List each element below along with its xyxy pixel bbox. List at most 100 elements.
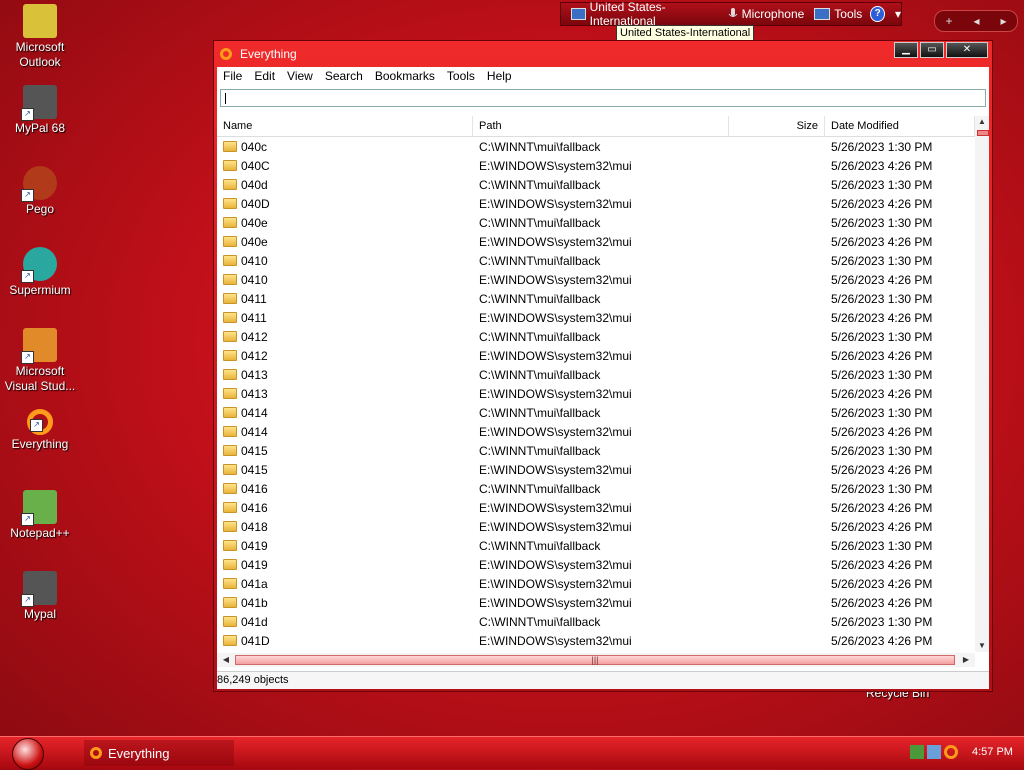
table-row[interactable]: 040e E:\WINDOWS\system32\mui 5/26/2023 4:2… — [217, 232, 975, 251]
table-row[interactable]: 041D E:\WINDOWS\system32\mui 5/26/2023 4:2… — [217, 631, 975, 650]
table-row[interactable]: 040d C:\WINNT\mui\fallback 5/26/2023 1:30 … — [217, 175, 975, 194]
vertical-scroll-thumb[interactable] — [977, 130, 989, 136]
menu-item-help[interactable]: Help — [481, 69, 518, 83]
table-row[interactable]: 0418 E:\WINDOWS\system32\mui 5/26/2023 4:2… — [217, 517, 975, 536]
help-icon[interactable]: ? — [870, 6, 885, 22]
folder-icon — [223, 141, 237, 152]
mypal-icon: ↗ — [21, 571, 57, 607]
table-row[interactable]: 041b E:\WINDOWS\system32\mui 5/26/2023 4:2… — [217, 593, 975, 612]
forward-icon[interactable]: ▸ — [1000, 14, 1006, 28]
taskbar-item-everything[interactable]: Everything — [84, 740, 234, 766]
search-input[interactable] — [220, 89, 986, 107]
desktop-icon[interactable]: ↗ Everything — [0, 409, 80, 452]
table-row[interactable]: 0416 C:\WINNT\mui\fallback 5/26/2023 1:30 … — [217, 479, 975, 498]
table-row[interactable]: 0412 E:\WINDOWS\system32\mui 5/26/2023 4:2… — [217, 346, 975, 365]
menu-item-tools[interactable]: Tools — [441, 69, 481, 83]
shortcut-arrow-icon: ↗ — [21, 594, 34, 607]
table-row[interactable]: 0410 C:\WINNT\mui\fallback 5/26/2023 1:30 … — [217, 251, 975, 270]
cell-name: 0419 — [217, 558, 473, 572]
desktop-icon[interactable]: ↗ Supermium — [0, 247, 80, 298]
microphone-button[interactable]: Microphone — [728, 7, 804, 21]
table-row[interactable]: 0416 E:\WINDOWS\system32\mui 5/26/2023 4:2… — [217, 498, 975, 517]
vertical-scrollbar[interactable]: ▲ ▼ — [975, 116, 989, 652]
folder-icon — [223, 369, 237, 380]
desktop-icon-label: Notepad++ — [10, 526, 70, 540]
language-button[interactable]: United States-International — [571, 0, 718, 28]
table-row[interactable]: 0413 C:\WINNT\mui\fallback 5/26/2023 1:30 … — [217, 365, 975, 384]
table-row[interactable]: 0414 C:\WINNT\mui\fallback 5/26/2023 1:30 … — [217, 403, 975, 422]
network-icon[interactable] — [910, 745, 924, 759]
cell-date: 5/26/2023 4:26 PM — [831, 272, 933, 287]
column-name[interactable]: Name — [217, 116, 473, 136]
start-button[interactable] — [12, 738, 44, 770]
menu-item-search[interactable]: Search — [319, 69, 369, 83]
table-row[interactable]: 040e C:\WINNT\mui\fallback 5/26/2023 1:30 … — [217, 213, 975, 232]
menu-item-view[interactable]: View — [281, 69, 319, 83]
table-row[interactable]: 0412 C:\WINNT\mui\fallback 5/26/2023 1:30 … — [217, 327, 975, 346]
column-header: Name Path Size Date Modified — [217, 116, 975, 137]
plus-icon[interactable]: + — [945, 14, 952, 28]
table-row[interactable]: 0410 E:\WINDOWS\system32\mui 5/26/2023 4:2… — [217, 270, 975, 289]
table-row[interactable]: 0419 E:\WINDOWS\system32\mui 5/26/2023 4:2… — [217, 555, 975, 574]
desktop-icon[interactable]: ↗ MyPal 68 — [0, 85, 80, 136]
back-icon[interactable]: ◂ — [973, 14, 979, 28]
table-row[interactable]: 0411 C:\WINNT\mui\fallback 5/26/2023 1:30 … — [217, 289, 975, 308]
cell-path: E:\WINDOWS\system32\mui — [479, 234, 632, 249]
column-path[interactable]: Path — [473, 116, 729, 136]
table-row[interactable]: 041a E:\WINDOWS\system32\mui 5/26/2023 4:2… — [217, 574, 975, 593]
scroll-left-icon[interactable]: ◀ — [219, 653, 233, 667]
table-row[interactable]: 0419 C:\WINNT\mui\fallback 5/26/2023 1:30 … — [217, 536, 975, 555]
maximize-button[interactable]: ▭ — [920, 42, 944, 58]
table-row[interactable]: 0411 E:\WINDOWS\system32\mui 5/26/2023 4:2… — [217, 308, 975, 327]
folder-icon — [223, 407, 237, 418]
window-title: Everything — [240, 47, 297, 61]
tray-app-icon[interactable] — [927, 745, 941, 759]
everything-icon — [220, 48, 232, 60]
tools-button[interactable]: Tools — [814, 7, 862, 21]
cell-name-text: 040D — [241, 196, 270, 211]
table-row[interactable]: 040D E:\WINDOWS\system32\mui 5/26/2023 4:2… — [217, 194, 975, 213]
close-button[interactable]: ✕ — [946, 42, 988, 58]
table-row[interactable]: 0414 E:\WINDOWS\system32\mui 5/26/2023 4:2… — [217, 422, 975, 441]
minimize-button[interactable]: ▁ — [894, 42, 918, 58]
horizontal-scrollbar[interactable]: ◀ ||| ▶ — [217, 653, 975, 667]
menu-item-edit[interactable]: Edit — [248, 69, 281, 83]
cell-name: 041d — [217, 615, 473, 629]
scroll-up-icon[interactable]: ▲ — [975, 116, 989, 128]
langbar-options-icon[interactable]: ▾ — [895, 7, 901, 21]
desktop-icon[interactable]: ↗ Mypal — [0, 571, 80, 622]
cell-date: 5/26/2023 4:26 PM — [831, 158, 933, 173]
cell-name-text: 0411 — [241, 310, 267, 325]
scroll-down-icon[interactable]: ▼ — [975, 640, 989, 652]
column-size[interactable]: Size — [729, 116, 825, 136]
cell-name: 040c — [217, 140, 473, 154]
table-row[interactable]: 040C E:\WINDOWS\system32\mui 5/26/2023 4:2… — [217, 156, 975, 175]
folder-icon — [223, 274, 237, 285]
clock[interactable]: 4:57 PM — [972, 746, 1013, 758]
desktop-icon[interactable]: ↗ Pego — [0, 166, 80, 217]
table-row[interactable]: 0413 E:\WINDOWS\system32\mui 5/26/2023 4:2… — [217, 384, 975, 403]
horizontal-scroll-thumb[interactable]: ||| — [235, 655, 955, 665]
table-row[interactable]: 041d C:\WINNT\mui\fallback 5/26/2023 1:30 … — [217, 612, 975, 631]
cell-path: E:\WINDOWS\system32\mui — [479, 462, 632, 477]
everything-tray-icon[interactable] — [944, 745, 958, 759]
menu-item-bookmarks[interactable]: Bookmarks — [369, 69, 441, 83]
cell-name-text: 040e — [241, 215, 268, 230]
cell-name: 0412 — [217, 349, 473, 363]
cell-path: C:\WINNT\mui\fallback — [479, 443, 601, 458]
column-date-modified[interactable]: Date Modified — [825, 116, 975, 136]
cell-date: 5/26/2023 4:26 PM — [831, 633, 933, 648]
table-row[interactable]: 0415 E:\WINDOWS\system32\mui 5/26/2023 4:2… — [217, 460, 975, 479]
table-row[interactable]: 0415 C:\WINNT\mui\fallback 5/26/2023 1:30 … — [217, 441, 975, 460]
scroll-right-icon[interactable]: ▶ — [959, 653, 973, 667]
cell-path: C:\WINNT\mui\fallback — [479, 291, 601, 306]
desktop-icon[interactable]: Microsoft Outlook — [0, 4, 80, 70]
desktop-icon[interactable]: ↗ Microsoft Visual Stud... — [0, 328, 80, 394]
top-right-controls: + ◂ ▸ — [934, 10, 1018, 32]
desktop-icon[interactable]: ↗ Notepad++ — [0, 490, 80, 541]
menu-item-file[interactable]: File — [217, 69, 248, 83]
table-row[interactable]: 040c C:\WINNT\mui\fallback 5/26/2023 1:30 … — [217, 137, 975, 156]
title-bar[interactable]: Everything ▁ ▭ ✕ — [214, 41, 992, 67]
cell-name-text: 040e — [241, 234, 268, 249]
folder-icon — [223, 236, 237, 247]
